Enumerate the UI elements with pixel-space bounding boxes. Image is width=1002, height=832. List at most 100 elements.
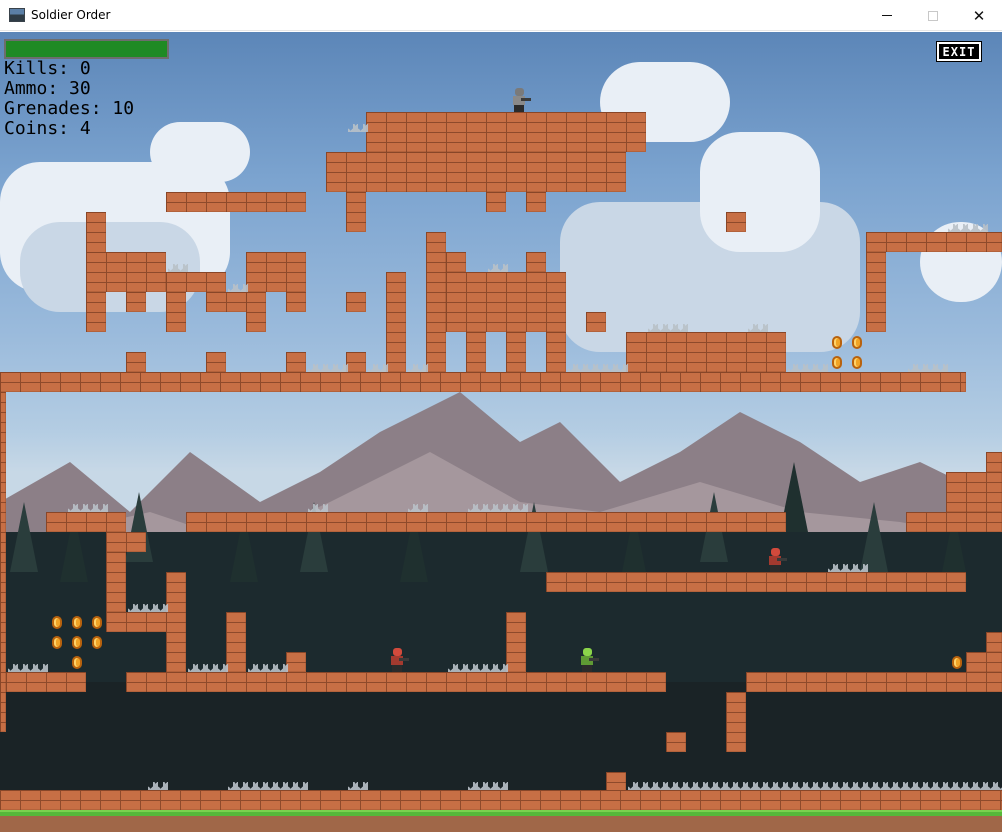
spike-hazard	[148, 782, 168, 790]
dirt-strip	[0, 816, 1002, 832]
brick-platform	[126, 292, 146, 312]
coin	[72, 656, 82, 669]
brick-platform	[486, 192, 506, 212]
brick-platform	[726, 212, 746, 232]
spike-hazard	[908, 364, 948, 372]
coin	[832, 356, 842, 369]
brick-platform	[446, 272, 566, 332]
spike-hazard	[228, 284, 248, 292]
brick-platform	[346, 352, 366, 372]
spike-hazard	[568, 364, 628, 372]
spike-hazard	[748, 324, 768, 332]
spike-hazard	[368, 364, 388, 372]
brick-platform	[286, 352, 306, 372]
spike-hazard	[248, 664, 288, 672]
brick-platform	[526, 252, 546, 272]
app-icon	[9, 8, 25, 22]
brick-platform	[226, 612, 246, 672]
spike-hazard	[188, 664, 228, 672]
brick-platform	[506, 332, 526, 372]
brick-floor	[0, 372, 966, 392]
coin	[52, 616, 62, 629]
brick-platform	[446, 252, 466, 272]
brick-platform	[126, 672, 666, 692]
brick-platform	[546, 572, 966, 592]
spike-hazard	[128, 604, 168, 612]
brick-platform	[506, 612, 526, 672]
player-soldier	[510, 88, 531, 112]
spike-hazard	[628, 782, 1002, 790]
brick-platform	[426, 232, 446, 372]
brick-platform	[546, 332, 566, 372]
coin	[72, 636, 82, 649]
brick-platform	[186, 512, 786, 532]
enemy-soldier-red	[766, 548, 787, 572]
coin	[832, 336, 842, 349]
brick-platform	[86, 252, 166, 292]
exit-button[interactable]: EXIT	[936, 41, 982, 62]
brick-platform	[166, 292, 186, 332]
brick-platform	[906, 512, 1002, 532]
enemy-soldier-green	[578, 648, 599, 672]
health-bar	[4, 39, 169, 59]
brick-platform	[946, 472, 1002, 512]
brick-platform	[286, 292, 306, 312]
spike-hazard	[8, 664, 48, 672]
brick-platform	[346, 292, 366, 312]
brick-platform	[726, 692, 746, 752]
ammo-counter: Ammo: 30	[4, 78, 91, 99]
spike-hazard	[308, 364, 348, 372]
spike-hazard	[408, 364, 428, 372]
spike-hazard	[648, 324, 688, 332]
brick-platform	[586, 312, 606, 332]
spike-hazard	[828, 564, 868, 572]
enemy-soldier-red	[388, 648, 409, 672]
minimize-button[interactable]	[864, 0, 910, 31]
brick-platform	[326, 152, 626, 192]
maximize-icon	[928, 10, 938, 21]
minimize-icon	[882, 15, 892, 16]
kills-counter: Kills: 0	[4, 58, 91, 79]
coin	[92, 636, 102, 649]
brick-platform	[6, 672, 86, 692]
brick-platform	[346, 192, 366, 232]
spike-hazard	[228, 782, 308, 790]
brick-platform	[526, 192, 546, 212]
brick-platform	[966, 652, 1002, 672]
brick-platform	[106, 532, 146, 552]
spike-hazard	[468, 504, 528, 512]
spike-hazard	[788, 364, 828, 372]
brick-platform	[206, 352, 226, 372]
brick-platform	[866, 232, 1002, 252]
spike-hazard	[468, 782, 508, 790]
coin	[852, 356, 862, 369]
coin	[952, 656, 962, 669]
game-viewport[interactable]: Kills: 0 Ammo: 30 Grenades: 10 Coins: 4 …	[0, 32, 1002, 832]
brick-platform	[286, 652, 306, 672]
brick-floor	[0, 790, 1002, 810]
spike-hazard	[488, 264, 508, 272]
brick-platform	[986, 632, 1002, 652]
brick-platform	[366, 112, 646, 152]
brick-platform	[126, 352, 146, 372]
cloud	[700, 132, 820, 252]
maximize-button[interactable]	[910, 0, 956, 31]
brick-platform	[106, 552, 126, 612]
coin	[52, 636, 62, 649]
spike-hazard	[68, 504, 108, 512]
coin	[92, 616, 102, 629]
window-title: Soldier Order	[31, 8, 111, 22]
brick-platform	[166, 572, 186, 672]
brick-platform	[246, 252, 306, 292]
coin	[852, 336, 862, 349]
coins-counter: Coins: 4	[4, 118, 91, 139]
window-titlebar: Soldier Order ✕	[0, 0, 1002, 31]
spike-hazard	[348, 124, 368, 132]
brick-platform	[986, 452, 1002, 472]
grenades-counter: Grenades: 10	[4, 98, 135, 119]
brick-platform	[606, 772, 626, 792]
close-button[interactable]: ✕	[956, 0, 1002, 31]
pine-tree	[10, 502, 38, 572]
coin	[72, 616, 82, 629]
spike-hazard	[448, 664, 508, 672]
